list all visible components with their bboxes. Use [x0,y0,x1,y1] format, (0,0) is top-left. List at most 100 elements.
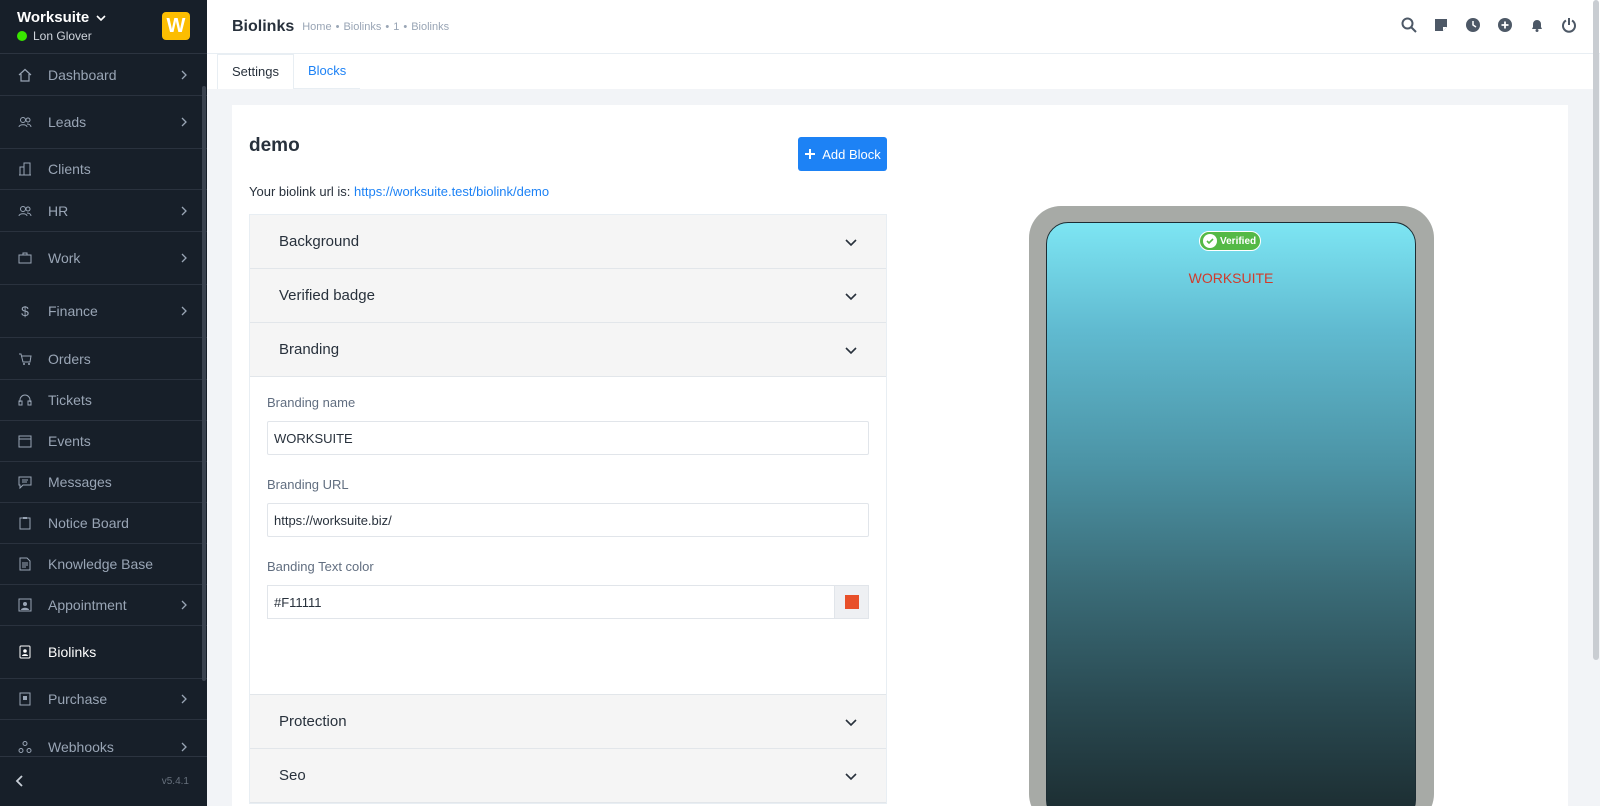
power-icon[interactable] [1560,16,1578,34]
sidebar-item-tickets[interactable]: Tickets [0,380,207,421]
branding-panel: Branding name WORKSUITE Branding URL htt… [250,377,886,695]
breadcrumb-home[interactable]: Home [302,21,331,33]
webhook-icon [18,740,32,754]
sidebar-item-label: Leads [48,114,87,130]
tab-blocks[interactable]: Blocks [293,54,361,89]
app-version: v5.4.1 [161,776,189,787]
sidebar-item-label: Events [48,433,91,449]
chevron-down-icon [845,292,857,300]
accordion-seo[interactable]: Seo [250,749,886,803]
sidebar-item-dashboard[interactable]: Dashboard [0,54,207,96]
sidebar-item-label: Purchase [48,691,108,707]
branding-color-field: #F11111 [267,585,869,619]
verified-badge: Verified [1199,231,1261,251]
sidebar-item-appointment[interactable]: Appointment [0,585,207,626]
preview-brand-text[interactable]: WORKSUITE [1047,270,1415,286]
accordion-label: Branding [279,341,340,358]
breadcrumb-id[interactable]: 1 [393,21,399,33]
chevron-down-icon [845,718,857,726]
headset-icon [18,393,32,407]
sidebar-item-messages[interactable]: Messages [0,462,207,503]
accordion-branding[interactable]: Branding [250,323,886,377]
branding-color-input[interactable]: #F11111 [267,585,834,619]
top-bar: Biolinks Home • Biolinks • 1 • Biolinks [207,0,1600,54]
page-scrollbar[interactable] [1593,0,1599,660]
sidebar-scrollbar[interactable] [202,86,206,681]
biolink-url-line: Your biolink url is: https://worksuite.t… [249,184,549,199]
document-icon [18,557,32,571]
bell-icon[interactable] [1528,16,1546,34]
sidebar-item-purchase[interactable]: Purchase [0,679,207,720]
chevron-right-icon [179,253,189,263]
sidebar-header: Worksuite Lon Glover W [0,0,207,54]
chevron-right-icon [179,117,189,127]
chevron-down-icon [845,346,857,354]
sidebar-item-finance[interactable]: $ Finance [0,285,207,338]
briefcase-icon [18,251,32,265]
sidebar-item-label: Messages [48,474,112,490]
phone-screen: Verified WORKSUITE [1046,222,1416,806]
sidebar-item-label: HR [48,202,69,219]
chevron-right-icon [179,306,189,316]
collapse-sidebar-button[interactable] [14,774,26,790]
company-name: Worksuite [17,9,90,26]
sticky-note-icon[interactable] [1432,16,1450,34]
chevron-down-icon [845,772,857,780]
sidebar: Worksuite Lon Glover W Dashboard Leads C… [0,0,207,806]
sidebar-item-knowledge-base[interactable]: Knowledge Base [0,544,207,585]
sidebar-item-notice-board[interactable]: Notice Board [0,503,207,544]
sidebar-item-label: Notice Board [48,515,129,531]
people-icon [18,204,32,218]
sidebar-item-label: Webhooks [48,738,114,755]
sidebar-item-events[interactable]: Events [0,421,207,462]
sidebar-footer: v5.4.1 [0,756,207,806]
cart-icon [18,352,32,366]
color-picker-button[interactable] [834,585,869,619]
breadcrumb-separator: • [403,20,408,33]
sidebar-item-hr[interactable]: HR [0,190,207,232]
sidebar-item-leads[interactable]: Leads [0,96,207,149]
plus-circle-icon[interactable] [1496,16,1514,34]
sidebar-item-clients[interactable]: Clients [0,149,207,190]
sidebar-item-biolinks[interactable]: Biolinks [0,626,207,679]
add-block-button[interactable]: Add Block [798,137,887,171]
breadcrumb-biolinks[interactable]: Biolinks [343,21,381,33]
building-icon [18,162,32,176]
sidebar-item-label: Appointment [48,597,127,613]
person-badge-icon [18,598,32,612]
company-logo[interactable]: W [162,12,190,40]
receipt-icon [18,692,32,706]
chevron-right-icon [179,70,189,80]
badge-icon [18,645,32,659]
sidebar-item-label: Dashboard [48,66,117,83]
chat-icon [18,475,32,489]
plus-icon [805,149,816,159]
tab-settings[interactable]: Settings [217,54,294,89]
top-icons [1400,16,1578,34]
breadcrumb-separator: • [335,20,340,33]
search-icon[interactable] [1400,16,1418,34]
sidebar-item-work[interactable]: Work [0,232,207,285]
calendar-icon [18,434,32,448]
people-icon [18,115,32,129]
branding-url-input[interactable]: https://worksuite.biz/ [267,503,869,537]
chevron-right-icon [179,742,189,752]
biolink-url-link[interactable]: https://worksuite.test/biolink/demo [354,184,549,199]
sidebar-item-label: Finance [48,303,98,319]
branding-url-label: Branding URL [267,477,349,492]
accordion-verified-badge[interactable]: Verified badge [250,269,886,323]
sidebar-item-orders[interactable]: Orders [0,338,207,380]
accordion-protection[interactable]: Protection [250,695,886,749]
sidebar-item-label: Work [48,250,81,266]
sidebar-item-label: Tickets [48,392,92,408]
branding-color-label: Banding Text color [267,559,374,574]
accordion-label: Protection [279,713,347,730]
accordion-background[interactable]: Background [250,215,886,269]
chevron-right-icon [179,600,189,610]
accordion-label: Background [279,233,360,250]
branding-name-input[interactable]: WORKSUITE [267,421,869,455]
breadcrumb: Home • Biolinks • 1 • Biolinks [302,21,449,33]
accordion-label: Verified badge [279,287,375,304]
user-name: Lon Glover [33,29,92,43]
clock-icon[interactable] [1464,16,1482,34]
